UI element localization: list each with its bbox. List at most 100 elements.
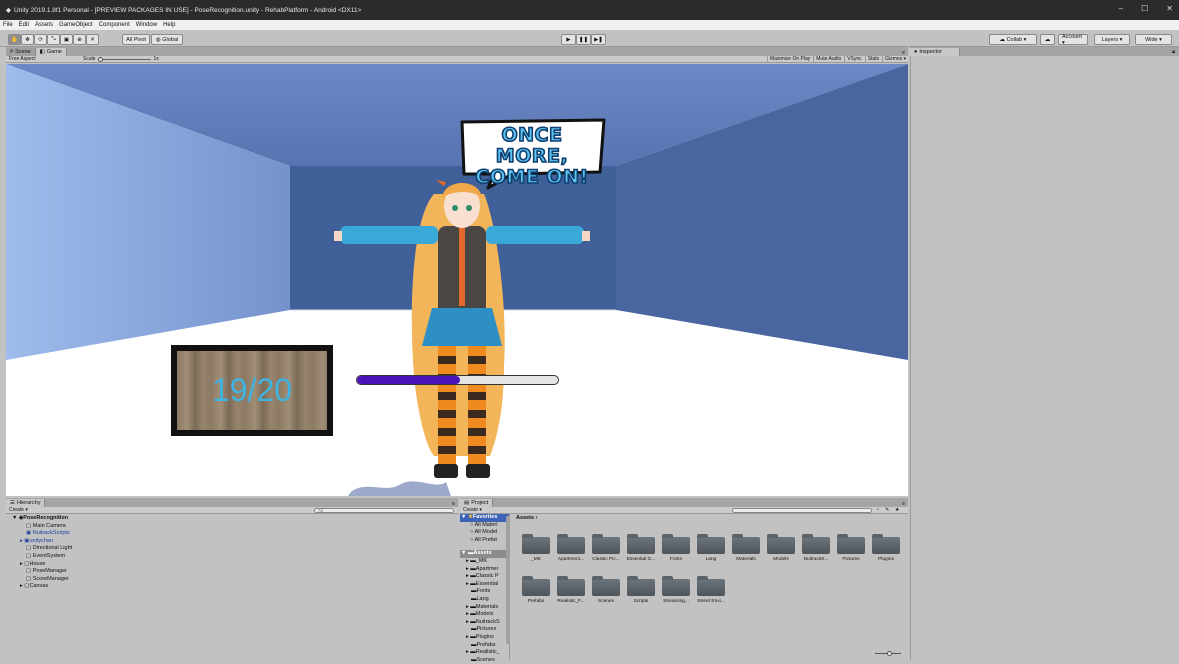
tab-scene[interactable]: # Scene xyxy=(6,48,36,56)
project-create-button[interactable]: Create ▾ xyxy=(460,507,482,513)
expand-arrow-icon[interactable]: ▼ xyxy=(461,514,466,520)
favorite-all-models[interactable]: ○ All Model xyxy=(460,529,509,537)
close-button[interactable]: ✕ xyxy=(1166,4,1173,13)
expand-arrow-icon[interactable]: ▸ xyxy=(20,583,23,589)
menu-file[interactable]: File xyxy=(3,22,13,28)
asset-folder[interactable]: Plugins xyxy=(872,534,900,566)
assets-breadcrumb[interactable]: Assets › xyxy=(516,515,537,521)
tree-folder-realistic[interactable]: ▸ ▬Realistic_ xyxy=(460,649,509,657)
game-viewport[interactable]: ONCE MORE, COME ON! 19/20 xyxy=(6,64,908,496)
hierarchy-create-button[interactable]: Create ▾ xyxy=(6,507,28,513)
account-dropdown[interactable]: Account ▾ xyxy=(1058,34,1088,46)
pivot-toggle[interactable]: All Pivot xyxy=(122,34,150,45)
transform-tool-button[interactable]: ⊕ xyxy=(73,34,86,45)
lock-icon[interactable]: 🔒︎ xyxy=(1172,49,1175,56)
star-icon[interactable]: ★ xyxy=(895,507,899,513)
tree-folder-models[interactable]: ▸ ▬Models xyxy=(460,611,509,619)
hierarchy-search-input[interactable] xyxy=(314,508,454,513)
expand-arrow-icon[interactable]: ▼ xyxy=(12,515,17,521)
layout-dropdown[interactable]: Wide ▾ xyxy=(1135,34,1172,45)
rect-tool-button[interactable]: ▣ xyxy=(60,34,73,45)
tree-folder-classic[interactable]: ▸ ▬Classic P xyxy=(460,573,509,581)
menu-assets[interactable]: Assets xyxy=(35,22,53,28)
maximize-button[interactable]: ☐ xyxy=(1141,4,1148,13)
tab-inspector[interactable]: ● Inspector xyxy=(910,48,960,56)
collab-button[interactable]: ☁ Collab ▾ xyxy=(989,34,1037,45)
asset-folder[interactable]: _MK xyxy=(522,534,550,566)
hierarchy-item-score-manager[interactable]: ▢ ScoreManager xyxy=(12,576,458,584)
expand-arrow-icon[interactable]: ▸ xyxy=(20,561,23,567)
favorite-all-prefabs[interactable]: ○ All Prefat xyxy=(460,537,509,545)
assets-header[interactable]: ▼ ▬Assets xyxy=(460,550,509,558)
asset-folder[interactable]: Street Envi... xyxy=(697,576,725,608)
global-toggle[interactable]: ◍ Global xyxy=(151,34,183,45)
search-by-label-icon[interactable]: ✎ xyxy=(885,507,889,513)
asset-folder[interactable]: Essential G... xyxy=(627,534,655,566)
asset-folder[interactable]: Realistic_F... xyxy=(557,576,585,608)
search-by-type-icon[interactable]: ◔ xyxy=(876,507,879,513)
hierarchy-item-event-system[interactable]: ▢ EventSystem xyxy=(12,553,458,561)
custom-tool-button[interactable]: ✕ xyxy=(86,34,99,45)
hierarchy-item-directional-light[interactable]: ▢ Directional Light xyxy=(12,545,458,553)
project-search-input[interactable] xyxy=(732,508,872,513)
project-tree-scrollbar[interactable] xyxy=(506,516,510,644)
asset-folder[interactable]: Scripts xyxy=(627,576,655,608)
vsync-toggle[interactable]: VSync xyxy=(844,56,863,62)
hierarchy-item-pose-manager[interactable]: ▢ PoseManager xyxy=(12,568,458,576)
stats-toggle[interactable]: Stats xyxy=(864,56,881,62)
asset-folder[interactable]: Lang xyxy=(697,534,725,566)
tree-folder-mk[interactable]: ▸ ▬_MK xyxy=(460,558,509,566)
tree-folder-essential[interactable]: ▸ ▬Essential xyxy=(460,581,509,589)
tree-folder-prefabs[interactable]: ▬Prefabs xyxy=(460,642,509,650)
asset-folder[interactable]: Fonts xyxy=(662,534,690,566)
asset-folder[interactable]: Pictures xyxy=(837,534,865,566)
asset-folder[interactable]: Apartment... xyxy=(557,534,585,566)
tree-folder-pictures[interactable]: ▬Pictures xyxy=(460,626,509,634)
layers-dropdown[interactable]: Layers ▾ xyxy=(1094,34,1130,45)
menu-edit[interactable]: Edit xyxy=(19,22,29,28)
icon-size-slider-thumb[interactable] xyxy=(887,651,892,656)
rotate-tool-button[interactable]: ⟳ xyxy=(34,34,47,45)
scale-slider[interactable] xyxy=(97,56,151,62)
menu-window[interactable]: Window xyxy=(136,22,157,28)
maximize-on-play-toggle[interactable]: Maximize On Play xyxy=(766,56,812,62)
gizmos-dropdown[interactable]: Gizmos ▾ xyxy=(882,56,908,62)
asset-folder[interactable]: Materials xyxy=(732,534,760,566)
asset-folder[interactable]: Models xyxy=(767,534,795,566)
asset-folder[interactable]: Classic Pic... xyxy=(592,534,620,566)
menu-component[interactable]: Component xyxy=(99,22,130,28)
mute-audio-toggle[interactable]: Mute Audio xyxy=(813,56,843,62)
asset-folder[interactable]: Streaming... xyxy=(662,576,690,608)
tab-project[interactable]: ▤ Project xyxy=(460,499,494,507)
play-button[interactable]: ▶ xyxy=(561,34,576,45)
tree-folder-lang[interactable]: ▬Lang xyxy=(460,596,509,604)
move-tool-button[interactable]: ✥ xyxy=(21,34,34,45)
scale-slider-thumb[interactable] xyxy=(97,56,103,62)
minimize-button[interactable]: – xyxy=(1119,4,1123,13)
asset-folder[interactable]: Scenes xyxy=(592,576,620,608)
favorites-header[interactable]: ▼ ★Favorites xyxy=(460,514,509,522)
tab-game[interactable]: ◧ Game xyxy=(35,48,67,56)
pause-button[interactable]: ❚❚ xyxy=(576,34,591,45)
hierarchy-item-nuitrack-scripts[interactable]: ▣ NuitrackScripts xyxy=(12,530,458,538)
step-button[interactable]: ▶❚ xyxy=(591,34,606,45)
tree-folder-plugins[interactable]: ▸ ▬Plugins xyxy=(460,634,509,642)
hierarchy-item-unitychan[interactable]: ▸ ▣unitychan xyxy=(12,538,458,546)
asset-folder[interactable]: NuitrackS... xyxy=(802,534,830,566)
scene-root-item[interactable]: ▼ ◈PoseRecognition xyxy=(12,515,458,523)
favorite-all-materials[interactable]: ○ All Materi xyxy=(460,522,509,530)
aspect-dropdown[interactable]: Free Aspect xyxy=(6,56,79,62)
tree-folder-apartment[interactable]: ▸ ▬Apartmer xyxy=(460,566,509,574)
tab-hierarchy[interactable]: ☰ Hierarchy xyxy=(6,499,46,507)
hierarchy-item-canvas[interactable]: ▸ ▢Canvas xyxy=(12,583,458,591)
icon-size-slider[interactable] xyxy=(875,651,901,656)
menu-help[interactable]: Help xyxy=(163,22,175,28)
menu-gameobject[interactable]: GameObject xyxy=(59,22,93,28)
cloud-button[interactable]: ☁ xyxy=(1040,34,1055,45)
hand-tool-button[interactable]: ✋ xyxy=(8,34,21,45)
hierarchy-item-main-camera[interactable]: ▢ Main Camera xyxy=(12,523,458,531)
tree-folder-scenes[interactable]: ▬Scenes xyxy=(460,657,509,664)
tree-folder-nuitrack[interactable]: ▸ ▬NuitrackS xyxy=(460,619,509,627)
tree-folder-fonts[interactable]: ▬Fonts xyxy=(460,588,509,596)
expand-arrow-icon[interactable]: ▸ xyxy=(20,538,23,544)
